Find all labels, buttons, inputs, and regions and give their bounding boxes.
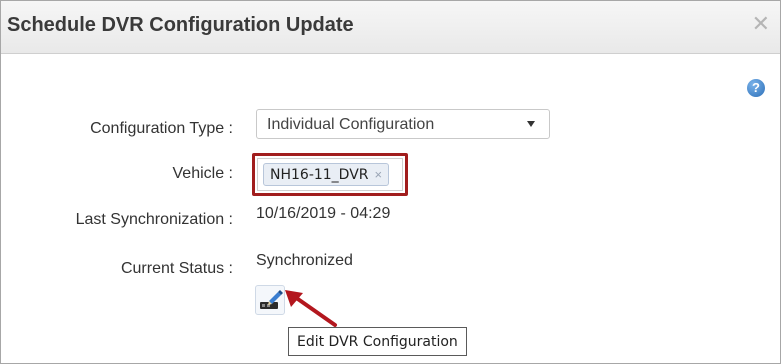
dialog-titlebar: Schedule DVR Configuration Update ✕ xyxy=(1,1,780,54)
last-sync-value: 10/16/2019 - 04:29 xyxy=(256,205,391,222)
last-sync-label: Last Synchronization : xyxy=(75,211,233,228)
vehicle-tag-text: NH16-11_DVR xyxy=(270,166,369,183)
configuration-type-label: Configuration Type : xyxy=(90,120,233,137)
tag-remove-icon[interactable]: × xyxy=(375,167,383,182)
current-status-label: Current Status : xyxy=(120,260,233,277)
current-status-value: Synchronized xyxy=(256,252,353,269)
help-icon[interactable]: ? xyxy=(747,79,765,97)
annotation-arrow xyxy=(285,290,337,327)
edit-dvr-tooltip: Edit DVR Configuration xyxy=(288,327,467,356)
close-icon[interactable]: ✕ xyxy=(752,13,770,35)
vehicle-tag: NH16-11_DVR × xyxy=(263,163,390,186)
dropdown-arrow-icon xyxy=(527,121,535,127)
configuration-type-value: Individual Configuration xyxy=(267,116,435,133)
configuration-type-select[interactable]: Individual Configuration xyxy=(256,109,550,139)
tooltip-text: Edit DVR Configuration xyxy=(297,333,458,350)
dialog-title: Schedule DVR Configuration Update xyxy=(7,14,354,36)
schedule-dvr-dialog: Schedule DVR Configuration Update ✕ ? Co… xyxy=(0,0,781,364)
vehicle-label: Vehicle : xyxy=(172,165,233,182)
vehicle-multiselect[interactable]: NH16-11_DVR × xyxy=(257,158,403,191)
